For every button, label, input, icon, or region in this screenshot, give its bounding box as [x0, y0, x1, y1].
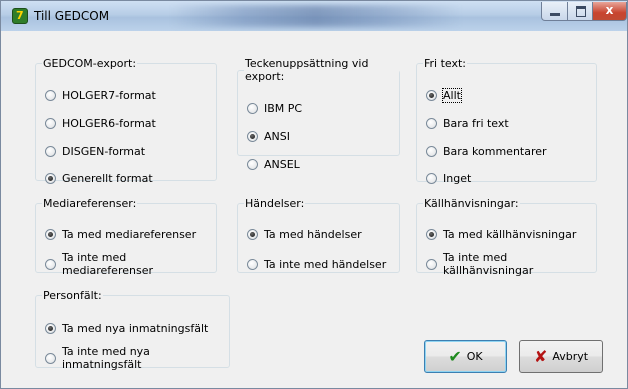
radio-ta-med-kallhanvisningar[interactable]: Ta med källhänvisningar [426, 226, 576, 242]
group-gedcom-export-legend: GEDCOM-export: [43, 57, 137, 70]
radio-label: HOLGER6-format [62, 116, 156, 130]
radio-label: Inget [443, 171, 472, 185]
radio-circle [426, 258, 437, 270]
radio-circle [45, 89, 56, 101]
radio-ta-inte-med-kallhanvisningar[interactable]: Ta inte med källhänvisningar [426, 251, 596, 277]
group-sources-legend: Källhänvisningar: [424, 197, 519, 210]
radio-circle [45, 258, 56, 270]
radio-label: DISGEN-format [62, 144, 146, 158]
radio-circle [45, 117, 56, 129]
radio-circle [247, 228, 258, 240]
radio-circle [247, 258, 258, 270]
radio-label: Ta inte med mediareferenser [62, 251, 153, 277]
maximize-button[interactable] [567, 2, 593, 21]
radio-circle [45, 145, 56, 157]
radio-holger6[interactable]: HOLGER6-format [45, 115, 156, 131]
title-bar-blur [171, 5, 461, 27]
cancel-button-label: Avbryt [552, 350, 589, 363]
radio-ta-med-handelser[interactable]: Ta med händelser [247, 226, 362, 242]
group-media-legend: Mediareferenser: [43, 197, 137, 210]
group-person-fields-legend: Personfält: [43, 289, 102, 302]
radio-disgen[interactable]: DISGEN-format [45, 143, 145, 159]
radio-ta-inte-med-media[interactable]: Ta inte med mediareferenser [45, 251, 216, 277]
radio-label: Bara fri text [443, 116, 509, 130]
radio-bara-kommentarer[interactable]: Bara kommentarer [426, 143, 547, 159]
radio-ta-med-media[interactable]: Ta med mediareferenser [45, 226, 196, 242]
radio-label: Ta med händelser [264, 227, 362, 241]
dialog-window: 7 Till GEDCOM x GEDCOM-export: HOLGER7-f… [0, 0, 628, 389]
group-charset-legend: Teckenuppsättning vid export: [245, 57, 369, 83]
radio-label: Ta inte med nya inmatningsfält [62, 345, 150, 371]
radio-label: Allt [442, 87, 462, 103]
ok-button[interactable]: ✔ OK [424, 340, 507, 373]
radio-circle [45, 228, 56, 240]
ok-button-label: OK [466, 350, 483, 363]
radio-circle [426, 145, 437, 157]
window-title: Till GEDCOM [34, 9, 110, 23]
radio-circle [426, 117, 437, 129]
radio-ta-med-inmatningsfalt[interactable]: Ta med nya inmatningsfält [45, 320, 208, 336]
radio-label: ANSI [264, 129, 290, 143]
minimize-icon [550, 13, 560, 16]
cancel-button[interactable]: ✘ Avbryt [519, 340, 603, 373]
radio-label: HOLGER7-format [62, 88, 156, 102]
radio-circle [426, 228, 437, 240]
radio-label: Ta med källhänvisningar [443, 227, 577, 241]
radio-circle [45, 172, 56, 184]
app-icon: 7 [12, 8, 28, 24]
group-free-text: Fri text: Allt Bara fri text Bara kommen… [416, 57, 597, 185]
group-charset: Teckenuppsättning vid export: IBM PC ANS… [237, 57, 400, 171]
maximize-icon [576, 6, 586, 17]
radio-generellt[interactable]: Generellt format [45, 170, 153, 186]
radio-circle [247, 158, 258, 170]
close-button[interactable]: x [592, 2, 627, 21]
radio-holger7[interactable]: HOLGER7-format [45, 87, 156, 103]
group-events-legend: Händelser: [245, 197, 305, 210]
radio-label: ANSEL [264, 157, 300, 171]
radio-circle [45, 322, 56, 334]
dialog-body: GEDCOM-export: HOLGER7-format HOLGER6-fo… [9, 31, 619, 383]
radio-circle [247, 130, 258, 142]
radio-ibm-pc[interactable]: IBM PC [247, 100, 302, 116]
radio-label: Generellt format [62, 171, 153, 185]
radio-label: Ta inte med händelser [264, 257, 387, 271]
radio-inget[interactable]: Inget [426, 170, 471, 186]
radio-circle [426, 172, 437, 184]
group-free-text-legend: Fri text: [424, 57, 467, 70]
app-icon-glyph: 7 [16, 9, 24, 22]
group-person-fields: Personfält: Ta med nya inmatningsfält Ta… [35, 289, 230, 371]
title-bar[interactable]: 7 Till GEDCOM x [1, 1, 627, 31]
radio-ansel[interactable]: ANSEL [247, 156, 300, 172]
cross-icon: ✘ [533, 346, 548, 366]
minimize-button[interactable] [541, 2, 568, 21]
group-events: Händelser: Ta med händelser Ta inte med … [237, 197, 400, 273]
radio-circle [426, 89, 437, 101]
radio-label: Ta inte med källhänvisningar [443, 251, 534, 277]
radio-label: Bara kommentarer [443, 144, 547, 158]
check-icon: ✔ [448, 346, 462, 366]
close-icon: x [605, 3, 614, 17]
radio-circle [45, 352, 56, 364]
radio-label: IBM PC [264, 101, 303, 115]
radio-ta-inte-med-handelser[interactable]: Ta inte med händelser [247, 256, 386, 272]
radio-ta-inte-med-inmatningsfalt[interactable]: Ta inte med nya inmatningsfält [45, 345, 229, 371]
group-sources: Källhänvisningar: Ta med källhänvisninga… [416, 197, 597, 277]
radio-circle [247, 102, 258, 114]
radio-label: Ta med nya inmatningsfält [62, 321, 209, 335]
group-media: Mediareferenser: Ta med mediareferenser … [35, 197, 217, 277]
radio-bara-fri-text[interactable]: Bara fri text [426, 115, 509, 131]
radio-allt[interactable]: Allt [426, 87, 462, 103]
group-gedcom-export: GEDCOM-export: HOLGER7-format HOLGER6-fo… [35, 57, 217, 185]
radio-ansi[interactable]: ANSI [247, 128, 290, 144]
radio-label: Ta med mediareferenser [62, 227, 197, 241]
